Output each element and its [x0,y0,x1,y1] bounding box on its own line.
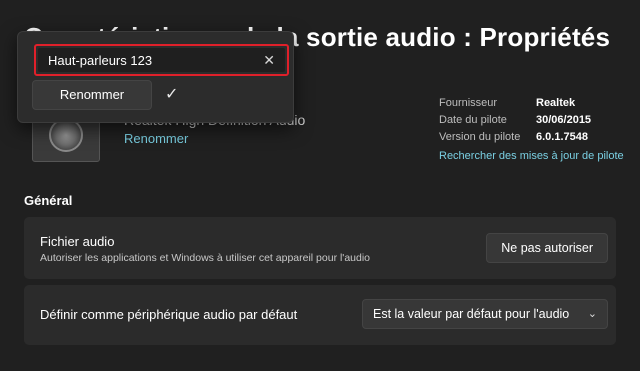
default-device-card: Définir comme périphérique audio par déf… [24,285,616,345]
checkmark-icon[interactable]: ✓ [165,84,178,104]
name-input-highlight: ✕ [34,44,289,76]
default-device-selected: Est la valeur par défaut pour l'audio [373,307,570,321]
prop-row-driver-version: Version du pilote 6.0.1.7548 [439,129,624,146]
section-label-general: Général [24,193,73,208]
prop-row-driver-date: Date du pilote 30/06/2015 [439,112,624,129]
audio-file-card: Fichier audio Autoriser les applications… [24,217,616,279]
rename-button[interactable]: Renommer [32,80,152,110]
prop-value: 6.0.1.7548 [536,131,588,143]
prop-label: Date du pilote [439,114,507,126]
audio-file-subtitle: Autoriser les applications et Windows à … [40,252,371,264]
prop-value: Realtek [536,97,576,109]
deny-audio-button[interactable]: Ne pas autoriser [486,233,608,263]
driver-properties: Fournisseur Realtek Date du pilote 30/06… [439,95,624,165]
chevron-down-icon: ⌄ [587,308,597,320]
speaker-icon [49,118,83,152]
prop-label: Fournisseur [439,97,498,109]
default-device-title: Définir comme périphérique audio par déf… [40,307,298,322]
close-icon[interactable]: ✕ [263,52,275,69]
audio-file-title: Fichier audio [40,234,115,249]
check-driver-updates-link[interactable]: Rechercher des mises à jour de pilote [439,148,624,165]
rename-flyout: ✕ Renommer ✓ [17,31,294,123]
prop-row-vendor: Fournisseur Realtek [439,95,624,112]
device-name-input[interactable] [38,48,285,72]
rename-link[interactable]: Renommer [124,131,188,146]
prop-label: Version du pilote [439,131,521,143]
default-device-select[interactable]: Est la valeur par défaut pour l'audio ⌄ [362,299,608,329]
prop-value: 30/06/2015 [536,114,592,126]
